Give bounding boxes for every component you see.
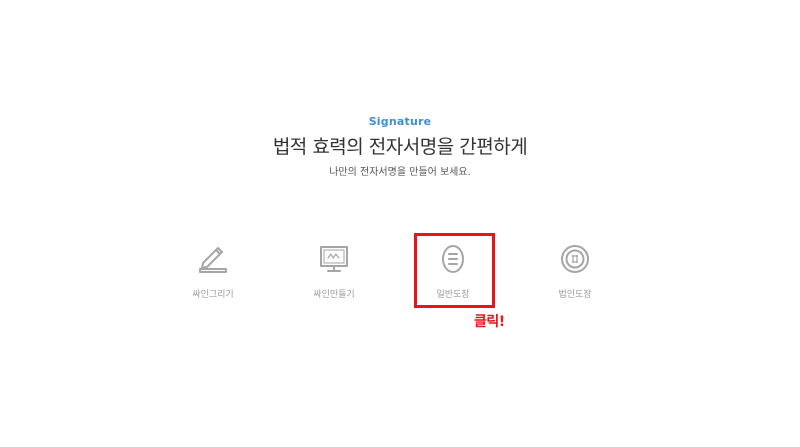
click-annotation: 클릭! [474,314,505,330]
round-seal-icon [561,245,589,273]
page-subtitle: 나만의 전자서명을 만들어 보세요. [329,167,471,178]
section-eyebrow: Signature [368,115,432,128]
corporate-seal-button[interactable]: 법인도장 [530,243,620,305]
highlight-box [414,233,495,308]
make-signature-button[interactable]: 싸인만들기 [289,243,379,305]
draw-signature-label: 싸인그리기 [192,290,234,300]
pen-draw-icon [199,247,227,273]
monitor-sign-icon [320,246,348,272]
make-signature-label: 싸인만들기 [313,290,355,300]
signature-page: Signature 법적 효력의 전자서명을 간편하게 나만의 전자서명을 만들… [0,0,800,447]
page-title: 법적 효력의 전자서명을 간편하게 [272,136,528,158]
draw-signature-button[interactable]: 싸인그리기 [168,243,258,305]
corporate-seal-label: 법인도장 [558,290,592,300]
